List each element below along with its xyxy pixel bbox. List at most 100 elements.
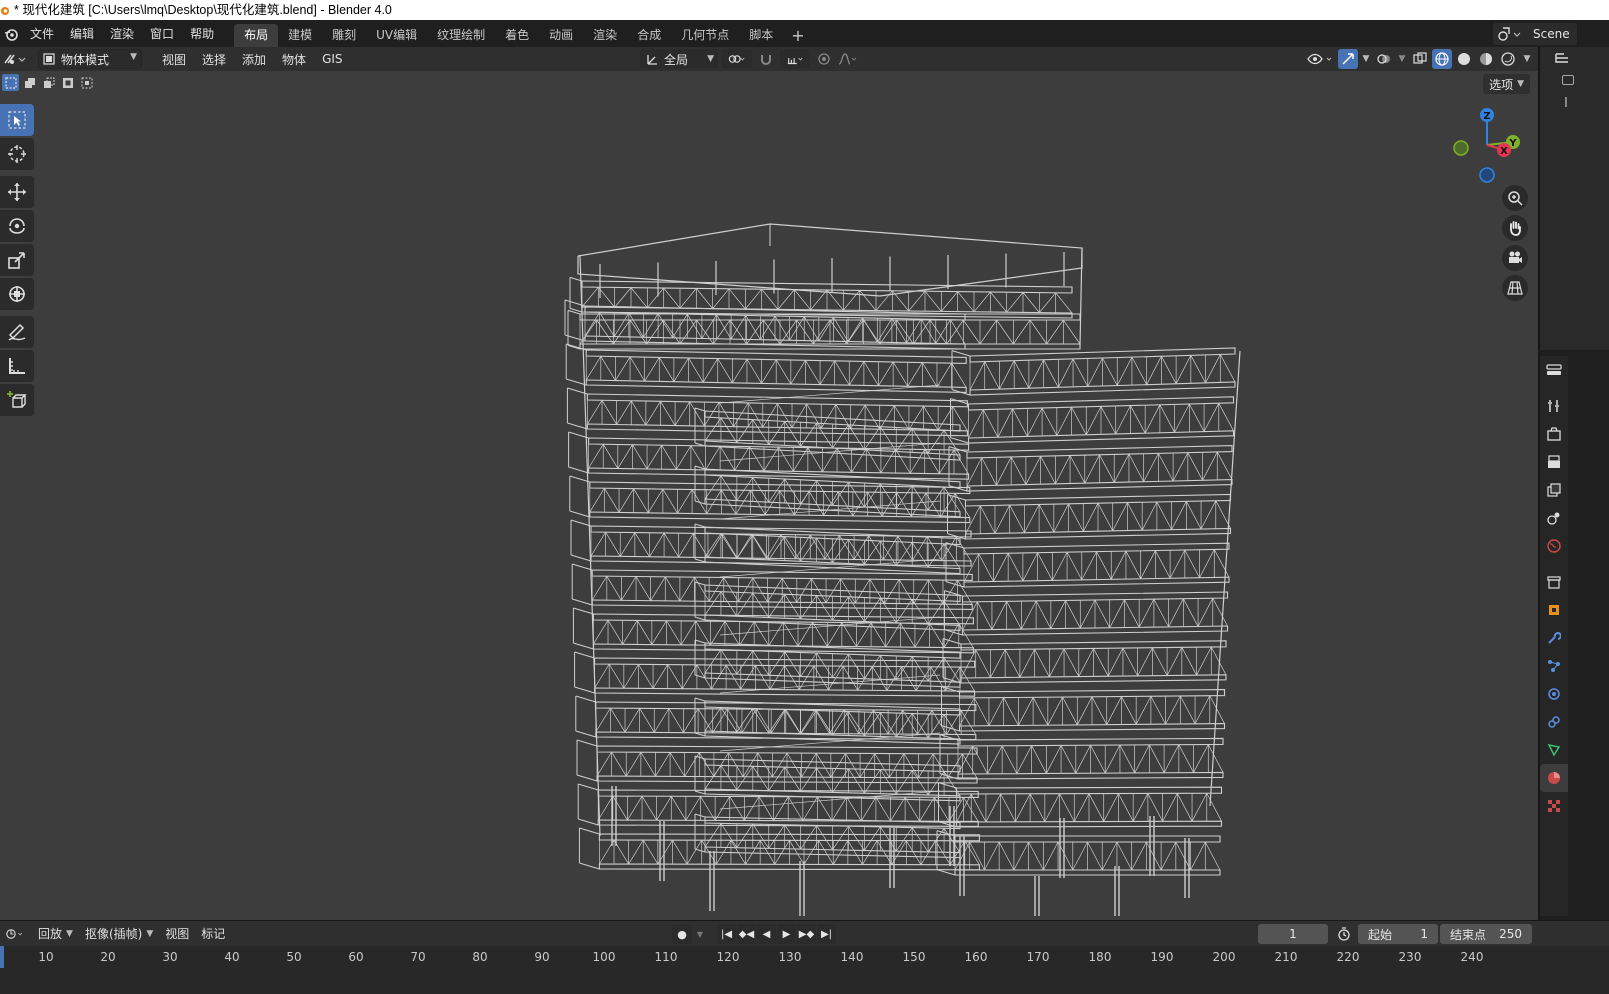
tab-uv-editing[interactable]: UV编辑 [366, 24, 427, 47]
tab-scripting[interactable]: 脚本 [739, 24, 783, 47]
tool-settings-tab-icon[interactable] [1540, 392, 1568, 420]
outliner-filter-icon[interactable] [1562, 75, 1574, 85]
play-reverse-icon[interactable]: ◀ [757, 924, 776, 944]
gizmo-neg-y-axis[interactable] [1453, 140, 1469, 156]
jump-start-icon[interactable]: |◀ [717, 924, 736, 944]
menu-select[interactable]: 选择 [194, 51, 234, 68]
camera-view-icon[interactable] [1502, 245, 1528, 271]
playhead[interactable] [0, 946, 4, 968]
props-editor-icon[interactable] [1540, 356, 1568, 384]
constraints-tab-icon[interactable] [1540, 708, 1568, 736]
tab-texture-paint[interactable]: 纹理绘制 [427, 24, 495, 47]
orientation-dropdown[interactable]: 全局 ▼ [640, 49, 718, 69]
keying-dropdown[interactable]: 抠像(插帧) ▼ [79, 924, 159, 944]
menu-view[interactable]: 视图 [154, 51, 194, 68]
select-new-icon[interactable] [2, 74, 19, 91]
blender-menu-icon[interactable] [0, 20, 22, 47]
outliner-panel[interactable] [1538, 47, 1609, 350]
xray-toggle-icon[interactable] [1410, 49, 1430, 69]
select-box-tool-icon[interactable] [0, 104, 34, 136]
select-intersect-icon[interactable] [78, 74, 95, 91]
3d-viewport[interactable]: 选项 ▼ Z Y X [0, 71, 1538, 920]
tab-modeling[interactable]: 建模 [278, 24, 322, 47]
gizmo-neg-z-axis[interactable] [1479, 167, 1495, 183]
menu-render[interactable]: 渲染 [102, 23, 142, 45]
timeline-editor-icon[interactable] [0, 924, 32, 944]
physics-tab-icon[interactable] [1540, 680, 1568, 708]
world-tab-icon[interactable] [1540, 532, 1568, 560]
annotate-tool-icon[interactable] [0, 316, 34, 348]
tab-geometry-nodes[interactable]: 几何节点 [671, 24, 739, 47]
tab-sculpting[interactable]: 雕刻 [322, 24, 366, 47]
zoom-icon[interactable] [1502, 185, 1528, 211]
chevron-down-icon[interactable]: ▼ [693, 924, 707, 944]
falloff-icon[interactable] [838, 49, 858, 69]
wireframe-shading-icon[interactable] [1432, 49, 1452, 69]
options-dropdown[interactable]: 选项 ▼ [1483, 74, 1530, 94]
menu-object[interactable]: 物体 [274, 51, 314, 68]
rendered-shading-icon[interactable] [1498, 49, 1518, 69]
visibility-eye-icon[interactable] [1306, 49, 1336, 69]
menu-add[interactable]: 添加 [234, 51, 274, 68]
chevron-down-icon[interactable]: ▼ [1396, 49, 1408, 69]
mode-dropdown[interactable]: 物体模式 ▼ [38, 49, 142, 69]
snap-toggle-icon[interactable] [756, 49, 776, 69]
next-keyframe-icon[interactable]: ▶◆ [797, 924, 816, 944]
preview-range-icon[interactable] [1334, 924, 1354, 944]
move-tool-icon[interactable] [0, 176, 34, 208]
menu-gis[interactable]: GIS [314, 52, 350, 66]
particles-tab-icon[interactable] [1540, 652, 1568, 680]
render-tab-icon[interactable] [1540, 420, 1568, 448]
select-extend-icon[interactable] [21, 74, 38, 91]
end-frame-field[interactable]: 结束点 250 [1440, 924, 1532, 944]
measure-tool-icon[interactable] [0, 350, 34, 382]
menu-file[interactable]: 文件 [22, 23, 62, 45]
start-frame-field[interactable]: 起始 1 [1358, 924, 1438, 944]
solid-shading-icon[interactable] [1454, 49, 1474, 69]
scene-selector[interactable]: Scene [1493, 22, 1577, 45]
scene-tab-icon[interactable] [1540, 504, 1568, 532]
editor-type-icon[interactable] [0, 49, 30, 69]
transform-tool-icon[interactable] [0, 278, 34, 310]
select-subtract-icon[interactable] [40, 74, 57, 91]
data-tab-icon[interactable] [1540, 736, 1568, 764]
chevron-down-icon[interactable]: ▼ [1520, 49, 1534, 69]
prev-keyframe-icon[interactable]: ◆◀ [737, 924, 756, 944]
tab-compositing[interactable]: 合成 [627, 24, 671, 47]
view-layer-tab-icon[interactable] [1540, 476, 1568, 504]
pan-hand-icon[interactable] [1502, 215, 1528, 241]
properties-panel[interactable] [1538, 352, 1609, 920]
menu-edit[interactable]: 编辑 [62, 23, 102, 45]
chevron-down-icon[interactable]: ▼ [1360, 49, 1372, 69]
tab-layout[interactable]: 布局 [234, 24, 279, 47]
overlays-icon[interactable] [1374, 49, 1394, 69]
tab-animation[interactable]: 动画 [539, 24, 583, 47]
building-wireframe-model[interactable] [560, 146, 1260, 916]
timeline-ruler[interactable]: 10 20 30 40 50 60 70 80 90 100 110 120 130 140 150 160 1… [0, 946, 1609, 994]
material-shading-icon[interactable] [1476, 49, 1496, 69]
add-cube-tool-icon[interactable] [0, 384, 34, 416]
navigation-gizmo[interactable]: Z Y X [1448, 105, 1528, 185]
select-invert-icon[interactable] [59, 74, 76, 91]
jump-end-icon[interactable]: ▶| [817, 924, 836, 944]
play-icon[interactable]: ▶ [777, 924, 796, 944]
texture-tab-icon[interactable] [1540, 792, 1568, 820]
proportional-edit-icon[interactable] [814, 49, 834, 69]
collection-tab-icon[interactable] [1540, 568, 1568, 596]
timeline-view-menu[interactable]: 视图 [159, 924, 195, 944]
gizmo-toggle-icon[interactable] [1338, 49, 1358, 69]
playback-dropdown[interactable]: 回放 ▼ [32, 924, 79, 944]
pivot-point-dropdown[interactable] [722, 49, 752, 69]
add-workspace-button[interactable]: + [783, 24, 812, 47]
current-frame-field[interactable]: 1 [1258, 924, 1328, 944]
tab-shading[interactable]: 着色 [495, 24, 539, 47]
rotate-tool-icon[interactable] [0, 210, 34, 242]
menu-window[interactable]: 窗口 [142, 23, 182, 45]
timeline-marker-menu[interactable]: 标记 [195, 924, 231, 944]
scale-tool-icon[interactable] [0, 244, 34, 276]
menu-help[interactable]: 帮助 [182, 23, 222, 45]
cursor-tool-icon[interactable] [0, 138, 34, 170]
object-tab-icon[interactable] [1540, 596, 1568, 624]
perspective-toggle-icon[interactable] [1502, 275, 1528, 301]
material-tab-icon[interactable] [1540, 764, 1568, 792]
